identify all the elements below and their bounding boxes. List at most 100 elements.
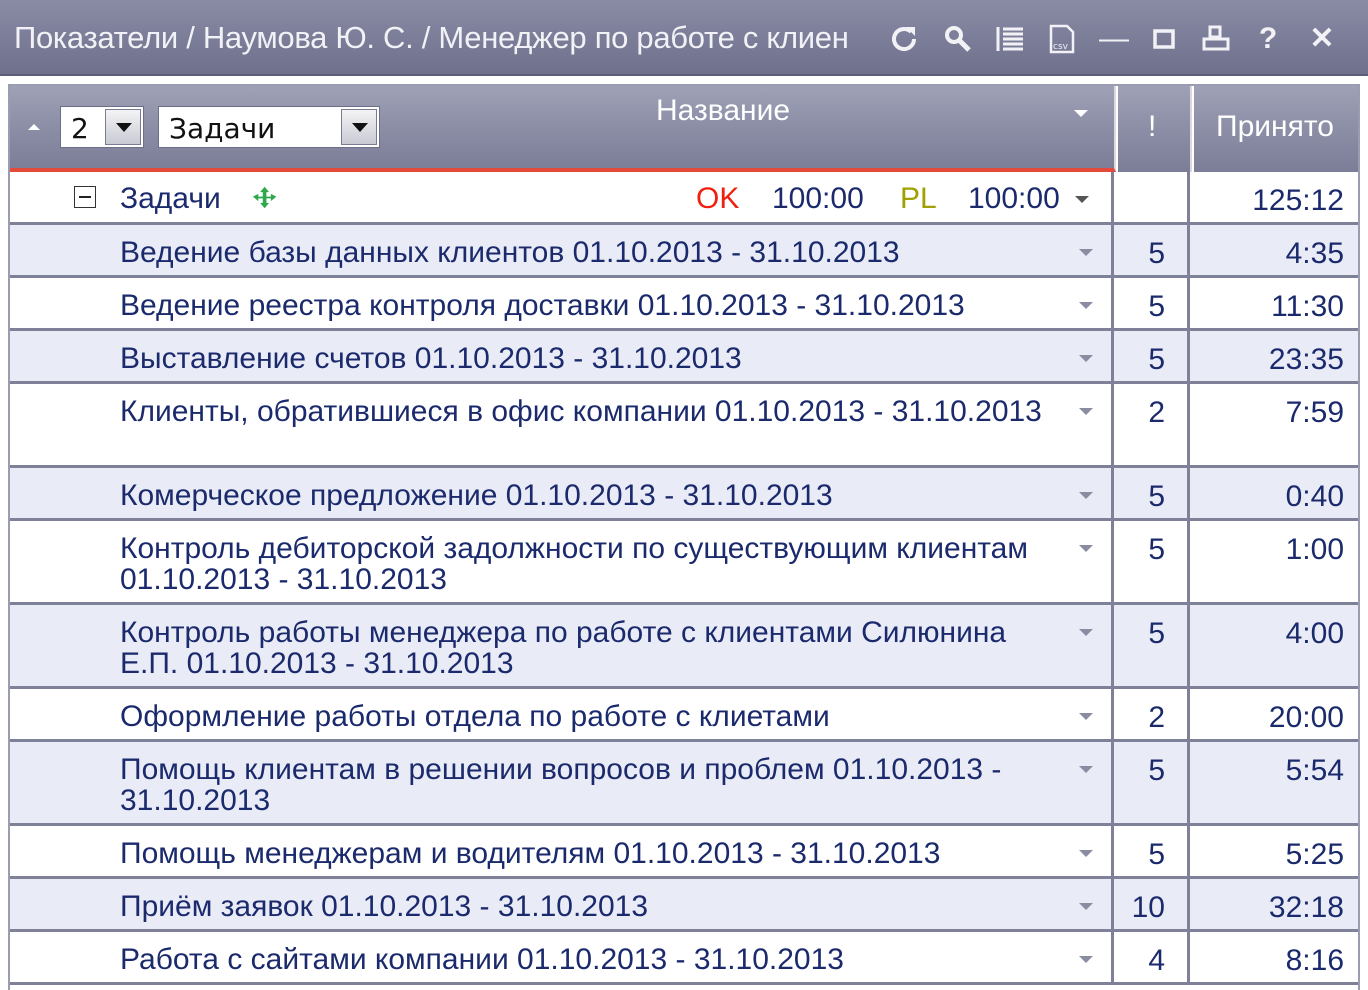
- task-name-cell[interactable]: Помощь менеджерам и водителям 01.10.2013…: [10, 826, 1114, 879]
- row-menu-icon[interactable]: [1079, 408, 1093, 415]
- row-menu-icon[interactable]: [1079, 249, 1093, 256]
- row-menu-icon[interactable]: [1079, 903, 1093, 910]
- group-row[interactable]: Задачи OK 100:00 PL 100:00 125:12: [10, 172, 1358, 225]
- task-name: Оформление работы отдела по работе с кли…: [120, 700, 830, 733]
- search-icon[interactable]: [940, 20, 976, 58]
- task-name-cell[interactable]: Приём заявок 01.10.2013 - 31.10.2013: [10, 879, 1114, 932]
- grid-header: 2 Задачи Название ! Принято: [10, 86, 1358, 172]
- task-priority: 5: [1148, 480, 1165, 513]
- column-title-accepted: Принято: [1216, 110, 1334, 143]
- row-menu-icon[interactable]: [1079, 713, 1093, 720]
- row-menu-icon[interactable]: [1079, 355, 1093, 362]
- table-row[interactable]: Выставление счетов 01.10.2013 - 31.10.20…: [10, 331, 1358, 384]
- task-name: Клиенты, обратившиеся в офис компании 01…: [120, 395, 1042, 428]
- table-row[interactable]: Клиенты, обратившиеся в офис компании 01…: [10, 384, 1358, 468]
- task-priority: 10: [1131, 891, 1165, 924]
- column-header-name[interactable]: 2 Задачи Название: [10, 86, 1116, 172]
- ok-value: 100:00: [772, 182, 864, 215]
- priority-cell: 5: [1114, 605, 1190, 689]
- window-titlebar: Показатели / Наумова Ю. С. / Менеджер по…: [0, 0, 1368, 76]
- task-name: Комерческое предложение 01.10.2013 - 31.…: [120, 479, 833, 512]
- collapse-icon[interactable]: [74, 186, 96, 208]
- task-accepted: 32:18: [1268, 891, 1344, 924]
- table-row[interactable]: Приём заявок 01.10.2013 - 31.10.2013 10 32…: [10, 879, 1358, 932]
- table-row[interactable]: Помощь менеджерам и водителям 01.10.2013…: [10, 826, 1358, 879]
- accepted-cell: 8:16: [1190, 932, 1358, 985]
- task-name: Ведение реестра контроля доставки 01.10.…: [120, 289, 965, 322]
- task-name-cell[interactable]: Контроль работы менеджера по работе с кл…: [10, 605, 1114, 689]
- row-menu-icon[interactable]: [1079, 766, 1093, 773]
- minimize-icon[interactable]: —: [1096, 20, 1132, 58]
- task-priority: 4: [1148, 944, 1165, 977]
- accepted-cell: 11:30: [1190, 278, 1358, 331]
- table-row[interactable]: Ведение базы данных клиентов 01.10.2013 …: [10, 225, 1358, 278]
- level-select[interactable]: 2: [60, 106, 144, 148]
- task-accepted: 1:00: [1285, 533, 1344, 566]
- table-row[interactable]: Комерческое предложение 01.10.2013 - 31.…: [10, 468, 1358, 521]
- priority-cell: 2: [1114, 689, 1190, 742]
- task-priority: 5: [1148, 343, 1165, 376]
- csv-export-icon[interactable]: csv: [1044, 20, 1080, 58]
- task-name-cell[interactable]: Помощь клиентам в решении вопросов и про…: [10, 742, 1114, 826]
- task-priority: 5: [1148, 290, 1165, 323]
- grouping-select[interactable]: Задачи: [158, 106, 380, 148]
- task-name: Ведение базы данных клиентов 01.10.2013 …: [120, 236, 900, 269]
- task-accepted: 0:40: [1285, 480, 1344, 513]
- pl-label: PL: [900, 182, 937, 215]
- row-menu-icon[interactable]: [1079, 302, 1093, 309]
- chevron-down-icon[interactable]: [341, 109, 377, 145]
- chevron-down-icon[interactable]: [105, 109, 141, 145]
- sort-asc-icon[interactable]: [28, 124, 40, 130]
- column-menu-icon[interactable]: [1074, 110, 1088, 117]
- close-icon[interactable]: ✕: [1304, 20, 1340, 58]
- accepted-cell: 20:00: [1190, 689, 1358, 742]
- svg-text:csv: csv: [1053, 42, 1069, 52]
- row-menu-icon[interactable]: [1079, 850, 1093, 857]
- row-menu-icon[interactable]: [1079, 492, 1093, 499]
- accepted-cell: 5:25: [1190, 826, 1358, 879]
- task-name-cell[interactable]: Оформление работы отдела по работе с кли…: [10, 689, 1114, 742]
- accepted-cell: 5:54: [1190, 742, 1358, 826]
- add-task-icon[interactable]: [252, 184, 278, 210]
- priority-cell: 5: [1114, 468, 1190, 521]
- column-header-accepted[interactable]: Принято: [1194, 86, 1358, 172]
- task-name-cell[interactable]: Контроль дебиторской задолжности по суще…: [10, 521, 1114, 605]
- maximize-icon[interactable]: [1146, 20, 1182, 58]
- accepted-cell: 0:40: [1190, 468, 1358, 521]
- task-name: Помощь клиентам в решении вопросов и про…: [120, 753, 1002, 817]
- table-row[interactable]: Помощь клиентам в решении вопросов и про…: [10, 742, 1358, 826]
- group-title: Задачи: [120, 182, 221, 215]
- task-accepted: 23:35: [1268, 343, 1344, 376]
- row-menu-icon[interactable]: [1079, 956, 1093, 963]
- task-priority: 2: [1148, 396, 1165, 429]
- task-name-cell[interactable]: Ведение реестра контроля доставки 01.10.…: [10, 278, 1114, 331]
- accepted-cell: 4:35: [1190, 225, 1358, 278]
- row-menu-icon[interactable]: [1079, 629, 1093, 636]
- accepted-cell: 23:35: [1190, 331, 1358, 384]
- row-menu-icon[interactable]: [1075, 196, 1089, 203]
- priority-cell: 2: [1114, 384, 1190, 468]
- table-row[interactable]: Работа с сайтами компании 01.10.2013 - 3…: [10, 932, 1358, 985]
- table-row[interactable]: Контроль работы менеджера по работе с кл…: [10, 605, 1358, 689]
- pl-value: 100:00: [968, 182, 1060, 215]
- columns-icon[interactable]: [992, 20, 1028, 58]
- task-accepted: 5:25: [1285, 838, 1344, 871]
- column-header-priority[interactable]: !: [1118, 86, 1192, 172]
- task-name-cell[interactable]: Выставление счетов 01.10.2013 - 31.10.20…: [10, 331, 1114, 384]
- help-icon[interactable]: ?: [1250, 20, 1286, 58]
- table-row[interactable]: Оформление работы отдела по работе с кли…: [10, 689, 1358, 742]
- task-name-cell[interactable]: Ведение базы данных клиентов 01.10.2013 …: [10, 225, 1114, 278]
- priority-cell: 4: [1114, 932, 1190, 985]
- row-menu-icon[interactable]: [1079, 545, 1093, 552]
- table-row[interactable]: Ведение реестра контроля доставки 01.10.…: [10, 278, 1358, 331]
- task-name-cell[interactable]: Работа с сайтами компании 01.10.2013 - 3…: [10, 932, 1114, 985]
- task-name-cell[interactable]: Комерческое предложение 01.10.2013 - 31.…: [10, 468, 1114, 521]
- task-accepted: 5:54: [1285, 754, 1344, 787]
- print-icon[interactable]: [1198, 20, 1234, 58]
- priority-cell: 5: [1114, 331, 1190, 384]
- table-row[interactable]: Контроль дебиторской задолжности по суще…: [10, 521, 1358, 605]
- refresh-icon[interactable]: [886, 20, 922, 58]
- task-accepted: 4:35: [1285, 237, 1344, 270]
- task-name: Контроль работы менеджера по работе с кл…: [120, 616, 1007, 680]
- task-name-cell[interactable]: Клиенты, обратившиеся в офис компании 01…: [10, 384, 1114, 468]
